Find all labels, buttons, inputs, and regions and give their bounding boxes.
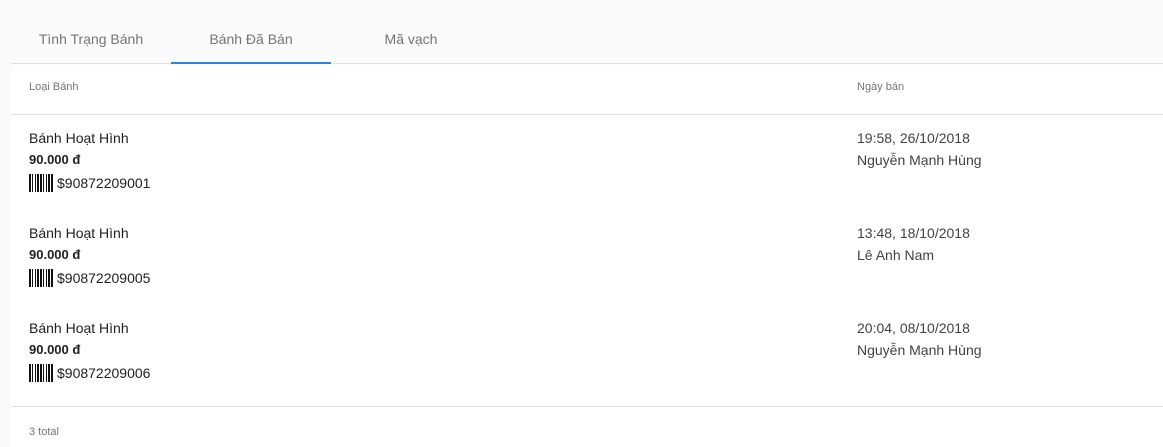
table-row[interactable]: Bánh Hoạt Hình 90.000 đ $90872209001 19:… [11, 115, 1163, 210]
cake-name: Bánh Hoạt Hình [29, 130, 129, 146]
cake-price: 90.000 đ [29, 342, 81, 357]
barcode-value: $90872209001 [57, 175, 151, 191]
total-count: 3 total [29, 426, 59, 438]
tab-cakes-sold[interactable]: Bánh Đã Bán [171, 0, 331, 64]
barcode-icon [29, 174, 53, 192]
barcode-icon [29, 269, 53, 287]
seller-name: Nguyễn Mạnh Hùng [857, 342, 982, 358]
barcode-value: $90872209006 [57, 365, 151, 381]
barcode-value: $90872209005 [57, 270, 151, 286]
table-row[interactable]: Bánh Hoạt Hình 90.000 đ $90872209005 13:… [11, 210, 1163, 305]
cake-name: Bánh Hoạt Hình [29, 225, 129, 241]
tab-barcode[interactable]: Mã vạch [331, 0, 491, 64]
column-header-cake-type[interactable]: Loại Bánh [29, 81, 79, 93]
seller-name: Nguyễn Mạnh Hùng [857, 152, 982, 168]
sold-cakes-panel: Loại Bánh Ngày bán Bánh Hoạt Hình 90.000… [11, 65, 1163, 447]
table-header: Loại Bánh Ngày bán [11, 65, 1163, 115]
seller-name: Lê Anh Nam [857, 247, 935, 263]
cake-barcode: $90872209006 [29, 364, 150, 382]
tab-bar: Tình Trạng Bánh Bánh Đã Bán Mã vạch [11, 0, 1163, 64]
tab-cake-status[interactable]: Tình Trạng Bánh [11, 0, 171, 64]
column-header-sale-date[interactable]: Ngày bán [857, 81, 904, 93]
cake-price: 90.000 đ [29, 247, 81, 262]
cake-barcode: $90872209005 [29, 269, 150, 287]
sale-time: 20:04, 08/10/2018 [857, 320, 970, 336]
cake-barcode: $90872209001 [29, 174, 150, 192]
sale-time: 13:48, 18/10/2018 [857, 225, 970, 241]
cake-name: Bánh Hoạt Hình [29, 320, 129, 336]
table-footer: 3 total [11, 406, 1163, 447]
barcode-icon [29, 364, 53, 382]
sale-time: 19:58, 26/10/2018 [857, 130, 970, 146]
cake-price: 90.000 đ [29, 152, 81, 167]
table-row[interactable]: Bánh Hoạt Hình 90.000 đ $90872209006 20:… [11, 305, 1163, 400]
